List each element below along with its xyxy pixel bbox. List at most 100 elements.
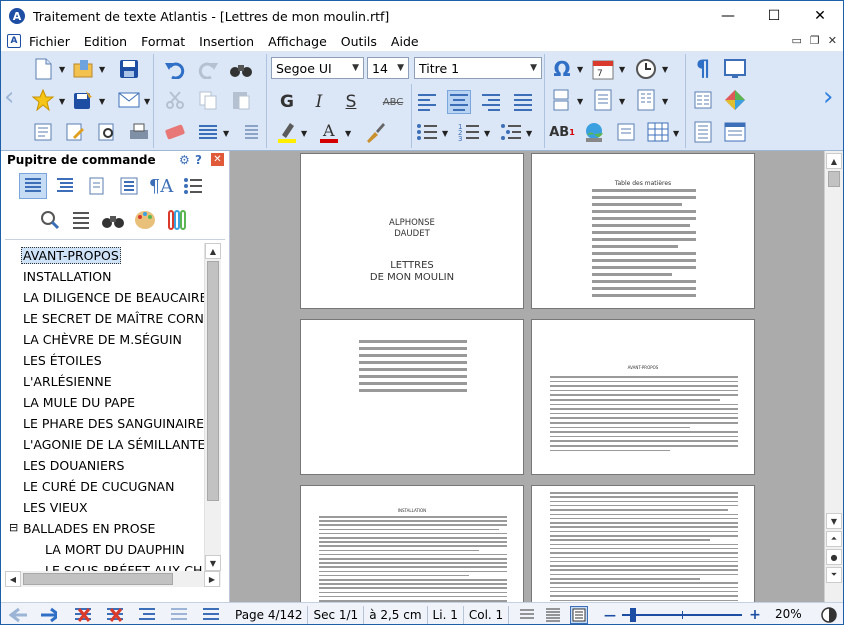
zoom-out-button[interactable]: — (601, 606, 619, 624)
page-thumbnail-4[interactable]: AVANT-PROPOS (531, 319, 755, 475)
page-thumbnail-5[interactable]: INSTALLATION (300, 485, 524, 602)
insert-date-icon[interactable]: 7 (591, 57, 615, 81)
font-size-select[interactable]: 14 ▼ (367, 57, 409, 79)
toc-item[interactable]: LA DILIGENCE DE BEAUCAIRE (23, 290, 205, 305)
menu-affichage[interactable]: Affichage (261, 34, 334, 49)
page-view-icon[interactable] (570, 606, 588, 624)
align-left-icon[interactable] (415, 90, 439, 114)
font-color-icon[interactable]: A (317, 120, 341, 144)
toc-vertical-scrollbar[interactable]: ▲ ▼ (204, 243, 221, 571)
toc-item[interactable]: LA MORT DU DAUPHIN (45, 542, 185, 557)
save-as-dropdown-icon[interactable]: ▼ (99, 97, 105, 106)
justify-icon[interactable] (511, 90, 535, 114)
help-icon[interactable]: ? (195, 153, 202, 167)
document-area[interactable]: ALPHONSE DAUDET LETTRES DE MON MOULIN Ta… (230, 151, 824, 602)
undo-icon[interactable] (163, 57, 187, 81)
text-box-icon[interactable] (614, 120, 638, 144)
numbered-list-icon[interactable]: 123 (457, 120, 481, 144)
bold-icon[interactable]: G (275, 90, 299, 114)
cut-icon[interactable] (163, 88, 187, 112)
save-icon[interactable] (117, 57, 141, 81)
previous-page-icon[interactable]: ⏶ (826, 531, 842, 547)
maximize-button[interactable]: ☐ (751, 1, 797, 31)
toc-item-avant-propos[interactable]: AVANT-PROPOS (21, 247, 121, 264)
columns-icon[interactable] (634, 88, 658, 112)
find-binoculars-icon[interactable] (229, 57, 253, 81)
find-page-icon[interactable] (95, 120, 119, 144)
web-layout-icon[interactable] (723, 120, 747, 144)
toc-view-icon[interactable] (19, 173, 47, 199)
new-document-icon[interactable] (31, 57, 55, 81)
paste-icon[interactable] (229, 88, 253, 112)
toc-horizontal-scrollbar[interactable]: ◀ ▶ (5, 571, 221, 587)
list-lines-alt-icon[interactable] (201, 606, 219, 624)
page-break-icon[interactable] (550, 88, 574, 112)
scroll-down-icon[interactable]: ▼ (205, 555, 221, 571)
bullet-list-icon[interactable] (415, 120, 439, 144)
app-icon[interactable]: A (9, 8, 25, 24)
open-dropdown-icon[interactable]: ▼ (99, 65, 105, 74)
toc-scroll-thumb[interactable] (207, 261, 219, 501)
zoom-slider-thumb[interactable] (630, 608, 636, 622)
toolbar-scroll-right-icon[interactable]: › (823, 82, 833, 112)
menu-aide[interactable]: Aide (384, 34, 426, 49)
text-columns-icon[interactable] (691, 88, 715, 112)
superscript-icon[interactable]: AB 1 (549, 120, 575, 144)
mdi-minimize-button[interactable]: ▭ (792, 34, 802, 47)
page-thumbnail-3[interactable] (300, 319, 524, 475)
styles-icon[interactable]: ¶A (147, 173, 175, 199)
format-painter-icon[interactable] (363, 120, 387, 144)
close-button[interactable]: ✕ (797, 1, 843, 31)
delete-item-icon[interactable] (73, 606, 91, 624)
full-screen-icon[interactable] (723, 57, 747, 81)
paperclips-icon[interactable] (163, 207, 191, 233)
document-map-icon[interactable] (51, 173, 79, 199)
bullet-dropdown-icon[interactable]: ▼ (442, 129, 448, 138)
insert-picture-icon[interactable] (582, 120, 606, 144)
minimize-button[interactable]: — (705, 1, 751, 31)
font-name-select[interactable]: Segoe UI ▼ (271, 57, 364, 79)
document-menu-icon[interactable]: A (7, 34, 21, 48)
paragraph-lines-icon[interactable] (196, 120, 220, 144)
highlight-icon[interactable] (275, 120, 299, 144)
paragraph-dropdown-icon[interactable]: ▼ (223, 129, 229, 138)
color-scheme-icon[interactable] (723, 88, 747, 112)
print-preview-icon[interactable] (31, 120, 55, 144)
close-icon[interactable]: ✕ (211, 153, 224, 166)
toc-item[interactable]: L'AGONIE DE LA SÉMILLANTE (23, 437, 205, 452)
insert-time-icon[interactable] (634, 57, 658, 81)
document-scroll-thumb[interactable] (828, 171, 840, 187)
scroll-up-icon[interactable]: ▲ (205, 243, 221, 259)
toc-item[interactable]: LE CURÉ DE CUCUGNAN (23, 479, 174, 494)
contrast-toggle-icon[interactable] (820, 606, 838, 624)
document-vertical-scrollbar[interactable]: ▲ ▼ ⏶ ● ⏷ (824, 151, 843, 602)
time-dropdown-icon[interactable]: ▼ (662, 65, 668, 74)
normal-view-icon[interactable] (518, 606, 536, 624)
gear-icon[interactable]: ⚙ (179, 153, 190, 167)
edit-document-icon[interactable] (63, 120, 87, 144)
favorites-star-icon[interactable] (31, 88, 55, 112)
toc-item[interactable]: LES DOUANIERS (23, 458, 125, 473)
insert-table-icon[interactable] (646, 120, 670, 144)
page-thumbnail-1[interactable]: ALPHONSE DAUDET LETTRES DE MON MOULIN (300, 153, 524, 309)
multilevel-dropdown-icon[interactable]: ▼ (526, 129, 532, 138)
scroll-down-icon[interactable]: ▼ (826, 513, 842, 529)
columns-dropdown-icon[interactable]: ▼ (662, 97, 668, 106)
eraser-icon[interactable] (163, 120, 187, 144)
align-center-icon[interactable] (447, 90, 471, 114)
toc-item[interactable]: L'ARLÉSIENNE (23, 374, 112, 389)
toc-item[interactable]: LE PHARE DES SANGUINAIRES (23, 416, 205, 431)
binoculars-icon[interactable] (99, 207, 127, 233)
toc-item[interactable]: LA CHÈVRE DE M.SÉGUIN (23, 332, 182, 347)
scroll-left-icon[interactable]: ◀ (5, 571, 21, 587)
open-folder-icon[interactable] (71, 57, 95, 81)
next-page-icon[interactable]: ⏷ (826, 567, 842, 583)
mdi-restore-button[interactable]: ❐ (810, 34, 820, 47)
outline-lines-icon[interactable] (67, 207, 95, 233)
email-dropdown-icon[interactable]: ▼ (144, 97, 150, 106)
toc-item[interactable]: LES ÉTOILES (23, 353, 102, 368)
scroll-right-icon[interactable]: ▶ (204, 571, 220, 587)
toolbar-scroll-left-icon[interactable]: ‹ (4, 82, 14, 112)
symbol-dropdown-icon[interactable]: ▼ (577, 65, 583, 74)
bookmarks-icon[interactable] (83, 173, 111, 199)
